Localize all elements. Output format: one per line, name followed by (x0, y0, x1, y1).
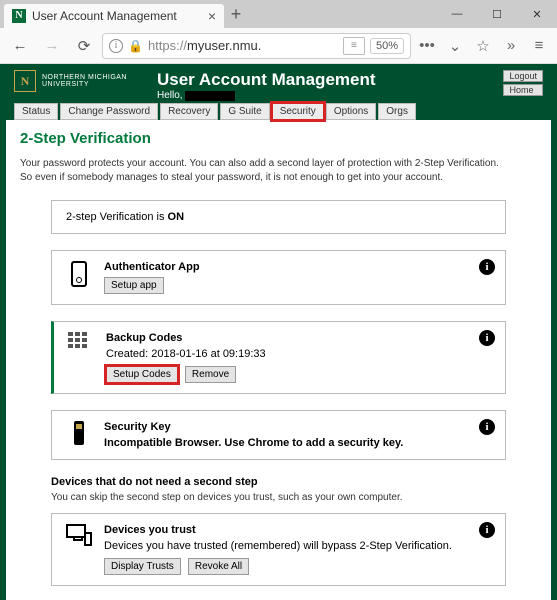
logo-text: NORTHERN MICHIGAN UNIVERSITY (42, 74, 127, 88)
authenticator-title: Authenticator App (104, 261, 491, 273)
trusted-desc: Devices you have trusted (remembered) wi… (104, 540, 491, 552)
setup-codes-button[interactable]: Setup Codes (106, 366, 178, 383)
site-info-icon[interactable]: i (109, 39, 123, 53)
setup-app-button[interactable]: Setup app (104, 277, 164, 294)
lock-icon: 🔒 (128, 39, 143, 53)
info-icon[interactable]: i (479, 522, 495, 538)
reader-mode-icon[interactable]: ≡ (343, 37, 365, 55)
zoom-level[interactable]: 50% (370, 38, 404, 54)
greeting: Hello, (157, 90, 503, 101)
window-minimize-button[interactable]: — (437, 0, 477, 28)
url-text: https://myuser.nmu. (148, 38, 338, 53)
security-key-msg: Incompatible Browser. Use Chrome to add … (104, 437, 403, 449)
info-icon[interactable]: i (479, 259, 495, 275)
site-header: N NORTHERN MICHIGAN UNIVERSITY User Acco… (6, 64, 551, 103)
devices-icon (66, 524, 92, 575)
codes-icon (68, 332, 94, 383)
status-text: 2-step Verification is ON (66, 211, 491, 223)
logo-mark: N (14, 70, 36, 92)
browser-toolbar: ← → ⟳ i 🔒 https://myuser.nmu. ≡ 50% ••• … (0, 28, 557, 64)
remove-codes-button[interactable]: Remove (185, 366, 236, 383)
app-title: User Account Management (157, 70, 503, 90)
authenticator-card: Authenticator App Setup app i (51, 250, 506, 305)
content-area: 2-Step Verification Your password protec… (6, 120, 551, 600)
devices-section-title: Devices that do not need a second step (51, 476, 506, 488)
menu-icon[interactable]: ≡ (527, 37, 551, 54)
redacted-username (185, 91, 235, 101)
logout-button[interactable]: Logout (503, 70, 543, 82)
close-tab-icon[interactable]: × (208, 8, 216, 24)
reload-button[interactable]: ⟳ (70, 32, 98, 60)
window-close-button[interactable]: ✕ (517, 0, 557, 28)
security-key-card: Security Key Incompatible Browser. Use C… (51, 410, 506, 460)
tab-security[interactable]: Security (272, 103, 324, 120)
revoke-all-button[interactable]: Revoke All (188, 558, 249, 575)
devices-section-desc: You can skip the second step on devices … (51, 492, 506, 503)
pocket-icon[interactable]: ⌄ (443, 37, 467, 55)
tab-orgs[interactable]: Orgs (378, 103, 416, 120)
window-titlebar: N User Account Management × + — ☐ ✕ (0, 0, 557, 28)
display-trusts-button[interactable]: Display Trusts (104, 558, 181, 575)
security-key-title: Security Key (104, 421, 491, 433)
phone-icon (66, 261, 92, 294)
trusted-title: Devices you trust (104, 524, 491, 536)
bookmark-star-icon[interactable]: ☆ (471, 37, 495, 55)
usb-key-icon (66, 421, 92, 449)
intro-text: Your password protects your account. You… (20, 157, 537, 184)
back-button[interactable]: ← (6, 32, 34, 60)
tab-change-password[interactable]: Change Password (60, 103, 158, 120)
backup-title: Backup Codes (106, 332, 491, 344)
status-card: 2-step Verification is ON (51, 200, 506, 234)
tab-gsuite[interactable]: G Suite (220, 103, 269, 120)
tab-status[interactable]: Status (14, 103, 58, 120)
backup-created: Created: 2018-01-16 at 09:19:33 (106, 348, 491, 360)
university-logo[interactable]: N NORTHERN MICHIGAN UNIVERSITY (14, 70, 127, 92)
new-tab-button[interactable]: + (224, 0, 248, 28)
home-button[interactable]: Home (503, 84, 543, 96)
tab-recovery[interactable]: Recovery (160, 103, 218, 120)
window-maximize-button[interactable]: ☐ (477, 0, 517, 28)
info-icon[interactable]: i (479, 419, 495, 435)
browser-tab[interactable]: N User Account Management × (4, 4, 224, 28)
page-title: 2-Step Verification (20, 130, 537, 147)
tab-options[interactable]: Options (326, 103, 376, 120)
nav-tabs: Status Change Password Recovery G Suite … (6, 103, 551, 120)
backup-codes-card: Backup Codes Created: 2018-01-16 at 09:1… (51, 321, 506, 394)
more-icon[interactable]: ••• (415, 37, 439, 54)
info-icon[interactable]: i (479, 330, 495, 346)
tab-title: User Account Management (32, 9, 202, 23)
overflow-icon[interactable]: » (499, 37, 523, 54)
address-bar[interactable]: i 🔒 https://myuser.nmu. ≡ 50% (102, 33, 411, 59)
page-viewport: N NORTHERN MICHIGAN UNIVERSITY User Acco… (0, 64, 557, 600)
favicon: N (12, 9, 26, 23)
forward-button: → (38, 32, 66, 60)
trusted-devices-card: Devices you trust Devices you have trust… (51, 513, 506, 586)
